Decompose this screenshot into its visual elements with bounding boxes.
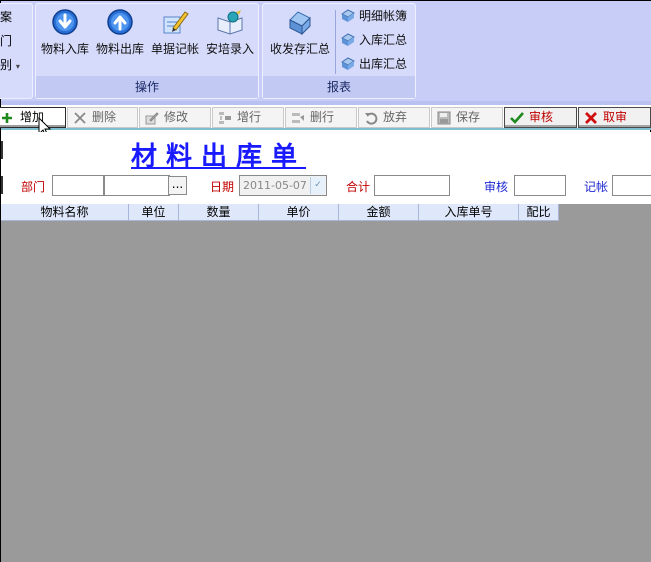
ribbon-group-partial: 案 门 别 ▾	[0, 3, 33, 99]
detail-ledger-button[interactable]: 明细帐簿	[337, 6, 407, 26]
ribbon-item-dept[interactable]: 门	[0, 32, 12, 49]
department-label: 部门	[21, 180, 46, 194]
report-icon	[341, 57, 355, 70]
inbound-summary-button[interactable]: 入库汇总	[337, 30, 407, 50]
department-code-field[interactable]	[52, 175, 104, 196]
left-edge-marker	[1, 141, 3, 159]
outbound-summary-button[interactable]: 出库汇总	[337, 54, 407, 74]
modify-label: 修改	[164, 110, 189, 124]
ribbon-group-operations-label: 操作	[36, 76, 258, 98]
folder-icon	[289, 11, 311, 36]
abandon-button[interactable]: 放弃	[358, 107, 430, 128]
total-label: 合计	[346, 180, 371, 194]
arrow-up-circle-icon	[107, 9, 133, 35]
red-x-icon	[585, 112, 597, 124]
open-book-icon	[217, 10, 243, 35]
inventory-summary-button[interactable]: 收发存汇总	[265, 6, 335, 58]
department-name-field[interactable]	[104, 175, 170, 196]
edit-pencil-icon	[145, 112, 159, 125]
grid-column-ratio[interactable]: 配比	[519, 204, 559, 221]
outbound-summary-label: 出库汇总	[359, 57, 408, 71]
inbound-summary-label: 入库汇总	[359, 33, 408, 47]
poster-field[interactable]	[612, 175, 651, 196]
ribbon-item-category[interactable]: 别 ▾	[0, 56, 20, 73]
save-label: 保存	[456, 110, 481, 124]
training-entry-button[interactable]: 安培录入	[203, 6, 257, 58]
delete-label: 删除	[92, 110, 117, 124]
material-inbound-label: 物料入库	[40, 42, 89, 56]
unapprove-label: 取审	[603, 110, 628, 124]
grid-column-unit-price[interactable]: 单价	[259, 204, 339, 221]
grid-column-unit[interactable]: 单位	[129, 204, 179, 221]
ribbon: 案 门 别 ▾ 物料入库 物料出库 单据记帐 安培录入 操作 收发存汇总 明细帐…	[0, 1, 651, 101]
pencil-document-icon	[163, 11, 189, 34]
department-browse-button[interactable]: ...	[168, 176, 187, 195]
report-icon	[341, 33, 355, 46]
add-button[interactable]: 增加	[0, 107, 66, 128]
insert-row-button[interactable]: 增行	[212, 107, 284, 128]
delete-row-label: 删行	[310, 110, 335, 124]
approver-label: 审核	[484, 180, 509, 194]
delete-row-button[interactable]: 删行	[285, 107, 357, 128]
date-dropdown-icon[interactable]: ✓	[310, 177, 325, 194]
abandon-label: 放弃	[383, 110, 408, 124]
save-disk-icon	[437, 111, 451, 125]
toolbar-top-strip	[1, 101, 651, 105]
grid-column-amount[interactable]: 金额	[339, 204, 419, 221]
insert-row-label: 增行	[237, 110, 262, 124]
insert-row-icon	[219, 112, 231, 124]
unapprove-button[interactable]: 取审	[578, 107, 651, 128]
delete-x-icon	[74, 112, 86, 124]
grid-column-material-name[interactable]: 物料名称	[1, 204, 129, 221]
plus-icon	[2, 113, 12, 123]
delete-row-icon	[292, 113, 304, 123]
grid-column-quantity[interactable]: 数量	[179, 204, 259, 221]
ribbon-item-category-label: 别	[0, 58, 13, 72]
detail-grid[interactable]: 物料名称 单位 数量 单价 金额 入库单号 配比	[1, 204, 651, 562]
toolbar: 增加 删除 修改 增行 删行 放弃 保存 审核 取审	[0, 101, 651, 130]
delete-button[interactable]: 删除	[67, 107, 138, 128]
dropdown-arrow-icon: ▾	[15, 62, 20, 71]
undo-icon	[365, 112, 378, 125]
grid-column-inbound-number[interactable]: 入库单号	[419, 204, 519, 221]
material-outbound-button[interactable]: 物料出库	[93, 6, 147, 58]
page-title: 材料出库单	[131, 142, 307, 172]
inventory-summary-label: 收发存汇总	[269, 42, 330, 56]
ribbon-group-operations: 物料入库 物料出库 单据记帐 安培录入 操作	[35, 3, 259, 99]
poster-label: 记帐	[584, 180, 609, 194]
ribbon-item-archive[interactable]: 案	[0, 8, 12, 25]
ribbon-group-reports: 收发存汇总 明细帐簿 入库汇总 出库汇总 报表	[262, 3, 416, 99]
date-label: 日期	[210, 180, 235, 194]
approve-label: 审核	[529, 110, 554, 124]
grid-header: 物料名称 单位 数量 单价 金额 入库单号 配比	[1, 204, 559, 221]
checkmark-icon	[510, 112, 524, 124]
arrow-down-circle-icon	[52, 9, 78, 35]
document-posting-button[interactable]: 单据记帐	[148, 6, 202, 58]
approver-field[interactable]	[514, 175, 566, 196]
document-posting-label: 单据记帐	[150, 42, 199, 56]
ribbon-group-reports-label: 报表	[263, 76, 415, 98]
material-outbound-label: 物料出库	[95, 42, 144, 56]
save-button[interactable]: 保存	[431, 107, 503, 128]
date-value: 2011-05-07	[243, 179, 307, 192]
left-edge-marker	[1, 176, 3, 194]
total-field[interactable]	[374, 175, 450, 196]
report-icon	[341, 9, 355, 22]
ribbon-divider	[335, 10, 336, 74]
training-entry-label: 安培录入	[205, 42, 254, 56]
material-inbound-button[interactable]: 物料入库	[38, 6, 92, 58]
approve-button[interactable]: 审核	[504, 107, 577, 128]
form-header: 材料出库单 部门 ... 日期 2011-05-07 ✓ 合计 审核 记帐	[1, 132, 651, 204]
modify-button[interactable]: 修改	[139, 107, 211, 128]
detail-ledger-label: 明细帐簿	[359, 9, 408, 23]
